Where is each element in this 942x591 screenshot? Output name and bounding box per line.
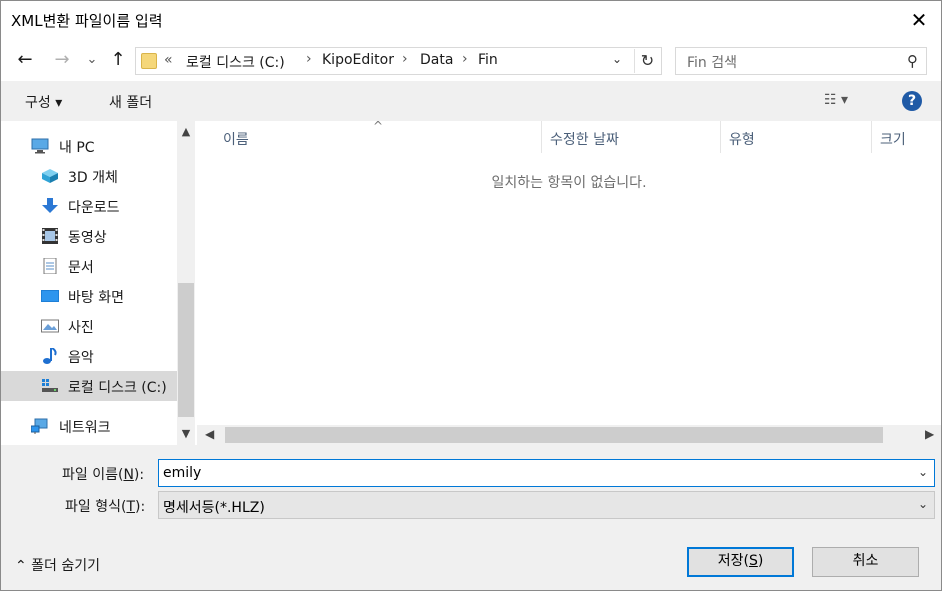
filename-label: 파일 이름(N): <box>62 464 144 484</box>
save-button-accesskey: S <box>748 553 758 569</box>
window-title: XML변환 파일이름 입력 <box>11 12 163 30</box>
sidebar-item-documents[interactable]: 문서 <box>1 251 177 281</box>
file-list: ^ 이름 수정한 날짜 유형 크기 일치하는 항목이 없습니다. <box>197 119 941 425</box>
filetype-dropdown-icon[interactable]: ⌄ <box>918 497 928 511</box>
save-button-label: 저장( <box>717 553 749 569</box>
video-icon <box>42 228 58 244</box>
search-box[interactable]: Fin 검색 ⚲ <box>675 47 927 75</box>
sidebar-item-label: 3D 개체 <box>68 170 118 186</box>
sidebar-item-label: 네트워크 <box>59 420 111 436</box>
column-header-label: 이름 <box>223 132 249 148</box>
breadcrumb-separator[interactable]: › <box>402 51 408 67</box>
sidebar-item-local-disk[interactable]: 로컬 디스크 (C:) <box>1 371 177 401</box>
scroll-left-icon[interactable]: ◀ <box>205 427 214 441</box>
filename-label-accesskey: N <box>123 467 134 483</box>
column-header-label: 수정한 날짜 <box>550 132 619 148</box>
pc-icon <box>31 138 49 154</box>
refresh-icon[interactable]: ↻ <box>634 49 660 73</box>
breadcrumb-fin[interactable]: Fin <box>478 52 498 68</box>
view-options-button[interactable]: ☷ ▾ <box>824 92 848 108</box>
breadcrumb-overflow[interactable]: « <box>164 52 173 68</box>
sidebar-item-label: 바탕 화면 <box>68 290 124 306</box>
column-header-label: 크기 <box>880 132 906 148</box>
up-arrow-icon[interactable]: ↑ <box>107 49 129 71</box>
sidebar-item-label: 다운로드 <box>68 200 120 216</box>
scrollbar-thumb[interactable] <box>178 283 194 417</box>
filetype-label: 파일 형식(T): <box>65 496 145 516</box>
column-header-name[interactable]: ^ 이름 <box>197 119 542 153</box>
save-button[interactable]: 저장(S) <box>687 547 794 577</box>
sidebar-item-label: 사진 <box>68 320 94 336</box>
save-dialog: XML변환 파일이름 입력 ✕ ← → ⌄ ↑ « 로컬 디스크 (C:) › … <box>0 0 942 591</box>
address-bar[interactable]: « 로컬 디스크 (C:) › KipoEditor › Data › Fin … <box>135 47 662 75</box>
navigation-pane: 내 PC 3D 개체 다운로드 동영상 문서 바탕 화면 사진 음악 로컬 디스… <box>1 121 197 445</box>
document-icon <box>43 258 57 274</box>
help-icon[interactable]: ? <box>902 91 922 111</box>
pictures-icon <box>41 319 59 333</box>
hide-folders-button[interactable]: ⌃ 폴더 숨기기 <box>15 555 100 575</box>
empty-message: 일치하는 항목이 없습니다. <box>491 175 647 191</box>
filetype-value: 명세서등(*.HLZ) <box>163 500 265 516</box>
music-icon <box>43 348 57 364</box>
sidebar-item-music[interactable]: 음악 <box>1 341 177 371</box>
sidebar-item-3d-objects[interactable]: 3D 개체 <box>1 161 177 191</box>
sidebar-item-pictures[interactable]: 사진 <box>1 311 177 341</box>
sidebar-item-desktop[interactable]: 바탕 화면 <box>1 281 177 311</box>
breadcrumb-data[interactable]: Data <box>420 52 453 68</box>
sidebar-item-label: 로컬 디스크 (C:) <box>68 380 167 396</box>
column-header-size[interactable]: 크기 <box>872 121 941 153</box>
column-header-label: 유형 <box>729 132 755 148</box>
new-folder-button[interactable]: 새 폴더 <box>109 92 152 112</box>
network-icon <box>31 418 48 434</box>
title-bar: XML변환 파일이름 입력 ✕ <box>1 1 941 39</box>
scrollbar-thumb[interactable] <box>225 427 883 443</box>
command-toolbar: 구성 ▾ 새 폴더 ☷ ▾ ? <box>1 81 941 121</box>
sort-ascending-icon: ^ <box>373 119 384 133</box>
column-header-modified[interactable]: 수정한 날짜 <box>542 121 721 153</box>
sidebar-item-label: 문서 <box>68 260 94 276</box>
cube-icon <box>42 169 58 183</box>
filetype-label-suffix: ): <box>135 499 146 515</box>
breadcrumb-kipoeditor[interactable]: KipoEditor <box>322 52 394 68</box>
filename-label-text: 파일 이름( <box>62 467 124 483</box>
filetype-label-text: 파일 형식( <box>65 499 127 515</box>
file-list-scrollbar[interactable]: ◀ ▶ <box>197 425 941 445</box>
sidebar-item-this-pc[interactable]: 내 PC <box>1 131 177 161</box>
address-dropdown-icon[interactable]: ⌄ <box>612 52 622 66</box>
breadcrumb-separator[interactable]: › <box>306 51 312 67</box>
save-button-suffix: ) <box>757 553 764 569</box>
recent-locations-chevron-icon[interactable]: ⌄ <box>81 49 103 71</box>
drive-icon <box>42 379 58 392</box>
filetype-select[interactable]: 명세서등(*.HLZ) ⌄ <box>158 491 935 519</box>
filename-label-suffix: ): <box>133 467 145 483</box>
forward-arrow-icon[interactable]: → <box>51 49 73 71</box>
filename-dropdown-icon[interactable]: ⌄ <box>918 465 928 479</box>
filename-input[interactable] <box>163 461 903 485</box>
sidebar-item-label: 동영상 <box>68 230 107 246</box>
sidebar-item-label: 음악 <box>68 350 94 366</box>
sidebar-item-videos[interactable]: 동영상 <box>1 221 177 251</box>
sidebar-item-network[interactable]: 네트워크 <box>1 411 177 441</box>
breadcrumb-separator[interactable]: › <box>462 51 468 67</box>
column-header-type[interactable]: 유형 <box>721 121 872 153</box>
folder-icon <box>141 53 157 69</box>
search-placeholder: Fin 검색 <box>687 55 738 71</box>
sidebar-item-downloads[interactable]: 다운로드 <box>1 191 177 221</box>
back-arrow-icon[interactable]: ← <box>14 49 36 71</box>
scroll-down-icon[interactable]: ▼ <box>179 427 193 440</box>
navigation-scrollbar[interactable]: ▲ ▼ <box>177 121 195 445</box>
scroll-up-icon[interactable]: ▲ <box>179 125 193 138</box>
breadcrumb-local-disk[interactable]: 로컬 디스크 (C:) <box>186 52 285 72</box>
navigation-bar: ← → ⌄ ↑ « 로컬 디스크 (C:) › KipoEditor › Dat… <box>1 39 941 81</box>
close-icon[interactable]: ✕ <box>907 8 931 32</box>
filetype-label-accesskey: T <box>126 499 135 515</box>
filename-field[interactable]: ⌄ <box>158 459 935 487</box>
search-icon[interactable]: ⚲ <box>907 52 918 70</box>
organize-button[interactable]: 구성 ▾ <box>25 92 62 112</box>
download-icon <box>42 198 58 213</box>
cancel-button[interactable]: 취소 <box>812 547 919 577</box>
sidebar-item-label: 내 PC <box>59 140 95 156</box>
scroll-right-icon[interactable]: ▶ <box>925 427 934 441</box>
desktop-icon <box>41 290 59 302</box>
